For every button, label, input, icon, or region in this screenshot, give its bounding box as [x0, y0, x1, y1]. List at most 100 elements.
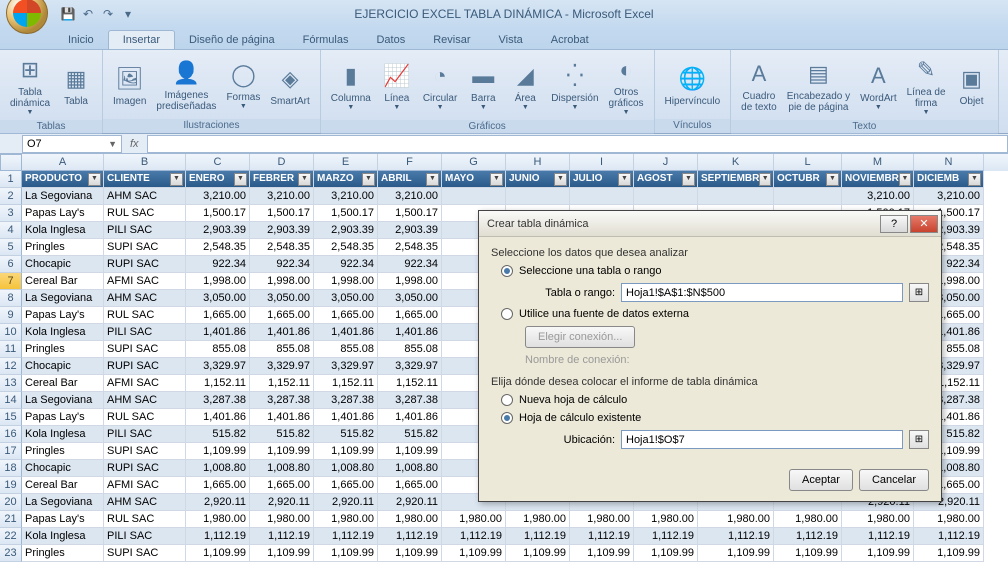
name-box-dropdown-icon[interactable]: ▼ [108, 139, 117, 149]
cell[interactable]: Cereal Bar [22, 273, 104, 290]
cell[interactable]: 855.08 [186, 341, 250, 358]
cell[interactable]: 2,548.35 [186, 239, 250, 256]
cell[interactable]: 3,287.38 [314, 392, 378, 409]
row-header[interactable]: 22 [0, 528, 22, 545]
row-header[interactable]: 20 [0, 494, 22, 511]
cell[interactable]: 1,980.00 [506, 511, 570, 528]
cell[interactable]: 1,665.00 [314, 307, 378, 324]
cell[interactable]: 2,903.39 [378, 222, 442, 239]
cell[interactable]: 1,112.19 [914, 528, 984, 545]
row-header[interactable]: 8 [0, 290, 22, 307]
cell[interactable]: 1,500.17 [378, 205, 442, 222]
cell[interactable]: 1,109.99 [314, 545, 378, 562]
name-box[interactable]: O7 ▼ [22, 135, 122, 153]
cell[interactable]: 515.82 [186, 426, 250, 443]
ribbon-btn-columna[interactable]: ▮Columna▼ [327, 58, 375, 113]
cell[interactable]: 922.34 [186, 256, 250, 273]
cell[interactable]: RUL SAC [104, 409, 186, 426]
col-header-H[interactable]: H [506, 154, 570, 171]
cell[interactable]: 1,008.80 [186, 460, 250, 477]
row-header[interactable]: 15 [0, 409, 22, 426]
redo-icon[interactable]: ↷ [100, 6, 116, 22]
cell[interactable]: La Segoviana [22, 290, 104, 307]
cell[interactable]: 1,665.00 [186, 477, 250, 494]
cell[interactable]: 1,980.00 [634, 511, 698, 528]
cell[interactable]: 1,980.00 [842, 511, 914, 528]
row-header[interactable]: 6 [0, 256, 22, 273]
cell[interactable]: 3,210.00 [378, 188, 442, 205]
cell[interactable]: Pringles [22, 341, 104, 358]
radio-new-sheet[interactable]: Nueva hoja de cálculo [501, 394, 929, 406]
cell[interactable]: Papas Lay's [22, 511, 104, 528]
ribbon-btn-wordart[interactable]: AWordArt▼ [856, 58, 901, 113]
cell[interactable]: RUPI SAC [104, 460, 186, 477]
cell[interactable]: 1,109.99 [698, 545, 774, 562]
cell[interactable]: 1,008.80 [250, 460, 314, 477]
cell[interactable]: 855.08 [314, 341, 378, 358]
cell[interactable]: 2,903.39 [314, 222, 378, 239]
ribbon-btn-circular[interactable]: ◔Circular▼ [419, 58, 461, 113]
cell[interactable]: AHM SAC [104, 392, 186, 409]
cell[interactable]: 1,401.86 [378, 324, 442, 341]
range-select-icon[interactable]: ⊞ [909, 283, 929, 302]
cell[interactable]: SUPI SAC [104, 545, 186, 562]
cell[interactable]: 2,548.35 [250, 239, 314, 256]
cell[interactable]: PILI SAC [104, 426, 186, 443]
row-header[interactable]: 11 [0, 341, 22, 358]
cell[interactable]: 515.82 [250, 426, 314, 443]
filter-dropdown-icon[interactable]: ▼ [759, 173, 771, 186]
cell[interactable]: 3,210.00 [914, 188, 984, 205]
cell[interactable]: 1,401.86 [314, 409, 378, 426]
undo-icon[interactable]: ↶ [80, 6, 96, 22]
col-header-C[interactable]: C [186, 154, 250, 171]
cell[interactable]: 2,548.35 [314, 239, 378, 256]
cell[interactable]: Papas Lay's [22, 307, 104, 324]
cell[interactable]: 1,109.99 [506, 545, 570, 562]
cell[interactable]: Chocapic [22, 358, 104, 375]
col-header-J[interactable]: J [634, 154, 698, 171]
cell[interactable]: 1,112.19 [442, 528, 506, 545]
row-header[interactable]: 13 [0, 375, 22, 392]
cell[interactable]: RUL SAC [104, 511, 186, 528]
cell[interactable]: AFMI SAC [104, 477, 186, 494]
cell[interactable] [698, 188, 774, 205]
ribbon-tab-acrobat[interactable]: Acrobat [537, 31, 603, 49]
ribbon-tab-datos[interactable]: Datos [362, 31, 419, 49]
cell[interactable]: 1,998.00 [314, 273, 378, 290]
row-header[interactable]: 9 [0, 307, 22, 324]
cell[interactable]: SUPI SAC [104, 239, 186, 256]
row-header[interactable]: 23 [0, 545, 22, 562]
ribbon-btn-encabezado-y[interactable]: ▤Encabezado y pie de página [783, 56, 854, 115]
cell[interactable]: 1,109.99 [250, 443, 314, 460]
ribbon-btn-hipervínculo[interactable]: 🌐Hipervínculo [661, 61, 725, 109]
cell[interactable]: 855.08 [378, 341, 442, 358]
ribbon-btn-dispersión[interactable]: ⁛Dispersión▼ [547, 58, 602, 113]
ribbon-btn-línea[interactable]: 📈Línea▼ [377, 58, 417, 113]
cell[interactable]: 3,050.00 [186, 290, 250, 307]
cell[interactable]: 3,287.38 [250, 392, 314, 409]
cell[interactable]: 1,112.19 [570, 528, 634, 545]
cell[interactable]: 1,112.19 [250, 528, 314, 545]
cell[interactable]: 1,112.19 [186, 528, 250, 545]
cell[interactable]: 1,980.00 [774, 511, 842, 528]
cell[interactable]: Pringles [22, 443, 104, 460]
cell[interactable]: Chocapic [22, 256, 104, 273]
cell[interactable]: 1,665.00 [186, 307, 250, 324]
cell[interactable]: 1,112.19 [774, 528, 842, 545]
cell[interactable]: 1,665.00 [250, 477, 314, 494]
ribbon-btn-línea-de[interactable]: ✎Línea de firma▼ [903, 52, 950, 118]
cell[interactable]: 1,152.11 [186, 375, 250, 392]
qat-dropdown-icon[interactable]: ▾ [120, 6, 136, 22]
cell[interactable]: 1,998.00 [378, 273, 442, 290]
cell[interactable]: 1,008.80 [378, 460, 442, 477]
filter-dropdown-icon[interactable]: ▼ [968, 173, 981, 186]
cell[interactable]: 1,152.11 [314, 375, 378, 392]
formula-input[interactable] [147, 135, 1008, 153]
cell[interactable]: 515.82 [378, 426, 442, 443]
cell[interactable]: 1,112.19 [378, 528, 442, 545]
cell[interactable]: Kola Inglesa [22, 426, 104, 443]
cell[interactable]: 1,980.00 [314, 511, 378, 528]
cell[interactable] [774, 188, 842, 205]
col-header-G[interactable]: G [442, 154, 506, 171]
cell[interactable]: 2,903.39 [186, 222, 250, 239]
